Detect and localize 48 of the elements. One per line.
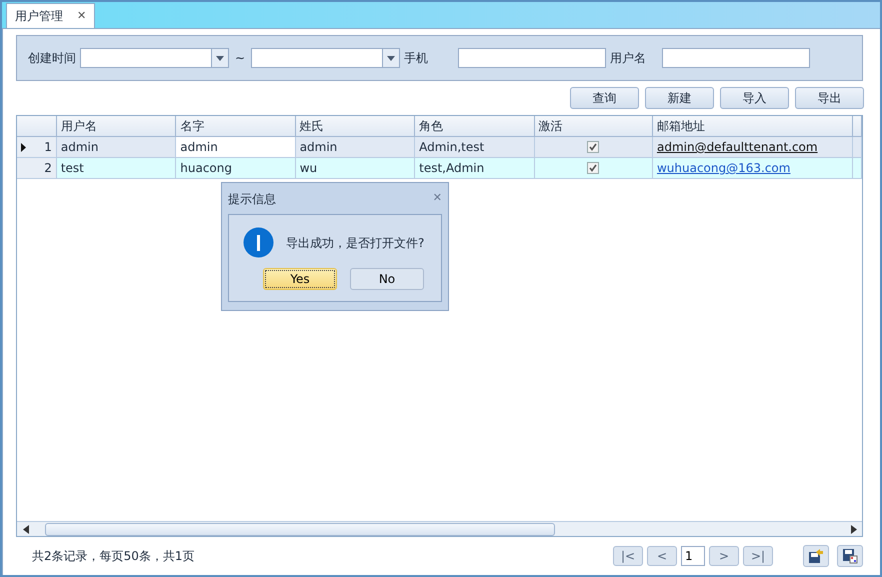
table-cell: Admin,test (415, 137, 535, 158)
column-header[interactable]: 邮箱地址 (652, 116, 853, 137)
page-field[interactable]: 1 (681, 546, 705, 566)
field-label: 用户名 (610, 50, 646, 67)
scroll-left-icon[interactable] (23, 524, 29, 534)
export-icon[interactable] (803, 545, 829, 567)
pager-button[interactable]: >| (743, 546, 773, 566)
horizontal-scrollbar[interactable] (17, 521, 862, 536)
table-cell: wu (296, 158, 416, 179)
pager-button[interactable]: |< (613, 546, 643, 566)
close-icon[interactable]: ✕ (77, 8, 86, 24)
dialog-title: 提示信息 (228, 190, 276, 208)
pager-button[interactable]: > (709, 546, 739, 566)
table-cell: test (56, 158, 176, 179)
table-cell: huacong (176, 158, 296, 179)
info-icon (243, 227, 274, 258)
checkbox[interactable] (587, 141, 600, 153)
scrollbar-thumb[interactable] (45, 522, 555, 536)
tab[interactable]: 用户管理 ✕ (6, 3, 96, 28)
table-cell: admin (56, 137, 176, 158)
tilde-label: ~ (235, 50, 246, 67)
row-header[interactable]: 2 (17, 158, 57, 179)
dialog-message: 导出成功，是否打开文件? (286, 234, 424, 252)
input-field[interactable] (662, 48, 810, 68)
field-label: 创建时间 (28, 50, 76, 67)
grid-settings-icon[interactable] (837, 545, 863, 567)
record-summary: 共2条记录，每页50条，共1页 (32, 548, 195, 565)
table-cell: admin (296, 137, 416, 158)
table-cell: admin (176, 137, 296, 158)
toolbar-button[interactable]: 查询 (570, 87, 639, 109)
column-header[interactable]: 用户名 (56, 116, 176, 137)
dialog-button[interactable]: No (350, 268, 424, 290)
toolbar-button[interactable]: 导出 (795, 87, 864, 109)
toolbar-button[interactable]: 新建 (645, 87, 714, 109)
toolbar-button[interactable]: 导入 (720, 87, 789, 109)
table-cell: test,Admin (415, 158, 535, 179)
column-header[interactable]: 姓氏 (296, 116, 416, 137)
row-header[interactable]: 1 (17, 137, 57, 158)
input-field[interactable] (458, 48, 606, 68)
field-label: 手机 (404, 50, 428, 67)
dialog-button[interactable]: Yes (263, 268, 337, 290)
column-header[interactable]: 角色 (415, 116, 535, 137)
header-corner (17, 116, 57, 137)
column-header[interactable]: 激活 (534, 116, 653, 137)
column-header[interactable]: 名字 (176, 116, 296, 137)
checkbox[interactable] (587, 162, 600, 174)
pager-button[interactable]: < (647, 546, 677, 566)
scroll-right-icon[interactable] (851, 524, 857, 534)
